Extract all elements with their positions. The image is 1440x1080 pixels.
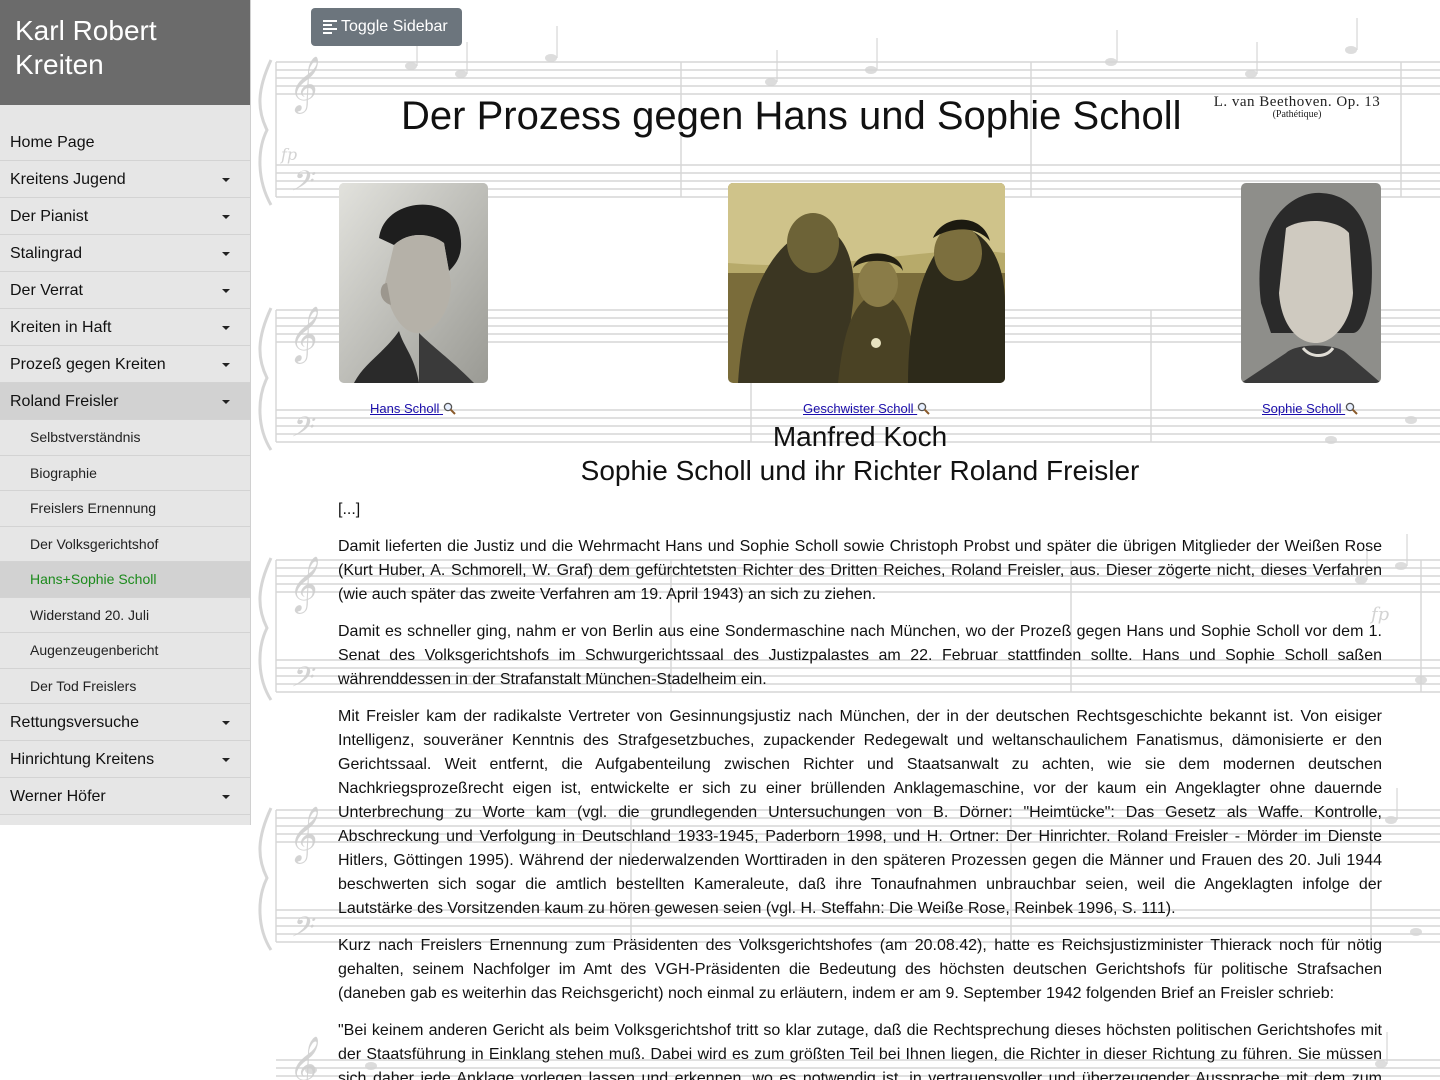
- submenu-item-label: Widerstand 20. Juli: [30, 606, 150, 623]
- submenu-item-freislers-ernennung[interactable]: Freislers Ernennung: [0, 491, 250, 527]
- caret-down-icon: [222, 326, 230, 330]
- caret-down-icon: [222, 252, 230, 256]
- svg-text:𝄞: 𝄞: [287, 556, 318, 614]
- menu-icon: [323, 18, 337, 36]
- sidebar-item-label: Werner Höfer: [10, 788, 106, 805]
- svg-text:fp: fp: [280, 145, 297, 164]
- article-body: [...] Damit lieferten die Justiz und die…: [338, 498, 1382, 1080]
- caption-text: Geschwister Scholl: [803, 401, 914, 416]
- photo-sophie-scholl[interactable]: [1241, 183, 1381, 383]
- page-title: Der Prozess gegen Hans und Sophie Scholl: [401, 94, 1182, 138]
- article-author: Manfred Koch: [772, 421, 948, 452]
- article-paragraph: [...]: [338, 501, 361, 518]
- article-heading: Sophie Scholl und ihr Richter Roland Fre…: [580, 455, 1140, 486]
- sidebar-item-rettungsversuche[interactable]: Rettungsversuche: [0, 704, 250, 741]
- sidebar-item-label: Hinrichtung Kreitens: [10, 751, 155, 768]
- sidebar-item-stalingrad[interactable]: Stalingrad: [0, 235, 250, 272]
- photo-caption-sophie-scholl[interactable]: Sophie Scholl: [1262, 401, 1358, 416]
- svg-text:𝄢: 𝄢: [289, 661, 316, 701]
- sidebar-item-prozess-gegen-kreiten[interactable]: Prozeß gegen Kreiten: [0, 346, 250, 383]
- toggle-sidebar-label: Toggle Sidebar: [341, 18, 448, 35]
- svg-text:𝄞: 𝄞: [287, 806, 318, 864]
- submenu-item-label: Der Tod Freislers: [30, 677, 137, 694]
- caption-text: Hans Scholl: [370, 401, 440, 416]
- sidebar-item-der-verrat[interactable]: Der Verrat: [0, 272, 250, 309]
- portrait-image: [1241, 183, 1381, 383]
- main-content: 𝄞 𝄞 𝄞 𝄞 𝄞 𝄢 𝄢 𝄢 𝄢 fp fp Toggle Sidebar D…: [251, 0, 1440, 1080]
- sidebar-item-label: Kreitens Jugend: [10, 171, 126, 188]
- svg-text:𝄢: 𝄢: [289, 911, 316, 951]
- sidebar-item-der-pianist[interactable]: Der Pianist: [0, 198, 250, 235]
- caret-down-icon: [222, 400, 230, 404]
- photo-hans-scholl[interactable]: [339, 183, 488, 383]
- article-paragraph: Damit es schneller ging, nahm er von Ber…: [338, 623, 1382, 688]
- sidebar: Karl Robert Kreiten Home Page Kreitens J…: [0, 0, 251, 825]
- sidebar-item-label: Roland Freisler: [10, 393, 119, 410]
- submenu-item-der-volksgerichtshof[interactable]: Der Volksgerichtshof: [0, 527, 250, 562]
- submenu-item-biographie[interactable]: Biographie: [0, 456, 250, 491]
- sidebar-item-label: Prozeß gegen Kreiten: [10, 356, 166, 373]
- site-title[interactable]: Karl Robert Kreiten: [0, 0, 250, 105]
- svg-text:𝄢: 𝄢: [289, 411, 316, 451]
- sidebar-item-home-page[interactable]: Home Page: [0, 124, 250, 161]
- submenu-item-label: Selbstverständnis: [30, 429, 141, 445]
- submenu-item-label: Freislers Ernennung: [30, 500, 157, 516]
- svg-text:𝄞: 𝄞: [287, 1036, 318, 1080]
- caret-down-icon: [222, 758, 230, 762]
- photo-geschwister-scholl[interactable]: [728, 183, 1005, 383]
- submenu-item-label: Hans+Sophie Scholl: [30, 571, 157, 587]
- sidebar-item-label: Home Page: [10, 134, 95, 151]
- article-paragraph: Damit lieferten die Justiz und die Wehrm…: [338, 538, 1382, 603]
- photo-caption-geschwister-scholl[interactable]: Geschwister Scholl: [803, 401, 930, 416]
- submenu-item-selbstverstaendnis[interactable]: Selbstverständnis: [0, 420, 250, 456]
- caret-down-icon: [222, 363, 230, 367]
- submenu-item-label: Biographie: [30, 464, 97, 481]
- photo-caption-hans-scholl[interactable]: Hans Scholl: [370, 401, 456, 416]
- portrait-image: [339, 183, 488, 383]
- article-paragraph: "Bei keinem anderen Gericht als beim Vol…: [338, 1022, 1382, 1080]
- sidebar-item-kreiten-in-haft[interactable]: Kreiten in Haft: [0, 309, 250, 346]
- svg-text:𝄢: 𝄢: [289, 165, 316, 205]
- score-credit: L. van Beethoven. Op. 13 (Pathétique): [1207, 94, 1387, 120]
- submenu-item-label: Der Volksgerichtshof: [30, 535, 159, 552]
- group-photo-image: [728, 183, 1005, 383]
- caret-down-icon: [222, 795, 230, 799]
- magnifier-icon: [1345, 402, 1358, 415]
- article-paragraph: Mit Freisler kam der radikalste Vertrete…: [338, 708, 1382, 917]
- caret-down-icon: [222, 215, 230, 219]
- caret-down-icon: [222, 721, 230, 725]
- article-heading-block: Manfred Koch Sophie Scholl und ihr Richt…: [338, 420, 1382, 488]
- svg-text:𝄞: 𝄞: [287, 306, 318, 364]
- submenu-item-der-tod-freislers[interactable]: Der Tod Freislers: [0, 669, 250, 704]
- submenu-item-widerstand-20-juli[interactable]: Widerstand 20. Juli: [0, 598, 250, 633]
- sidebar-menu: Home Page Kreitens Jugend Der Pianist St…: [0, 124, 250, 815]
- caret-down-icon: [222, 289, 230, 293]
- sidebar-item-werner-hoefer[interactable]: Werner Höfer: [0, 778, 250, 815]
- article-paragraph: Kurz nach Freislers Ernennung zum Präsid…: [338, 937, 1382, 1002]
- caret-down-icon: [222, 178, 230, 182]
- sidebar-item-hinrichtung-kreitens[interactable]: Hinrichtung Kreitens: [0, 741, 250, 778]
- toggle-sidebar-button[interactable]: Toggle Sidebar: [311, 8, 462, 46]
- caption-text: Sophie Scholl: [1262, 401, 1342, 416]
- sidebar-item-label: Kreiten in Haft: [10, 319, 112, 336]
- sidebar-item-label: Stalingrad: [10, 245, 83, 262]
- sidebar-item-label: Rettungsversuche: [10, 714, 139, 731]
- sidebar-item-roland-freisler[interactable]: Roland Freisler: [0, 383, 250, 420]
- sidebar-item-kreitens-jugend[interactable]: Kreitens Jugend: [0, 161, 250, 198]
- magnifier-icon: [917, 402, 930, 415]
- svg-text:𝄞: 𝄞: [287, 56, 318, 114]
- submenu-item-augenzeugenbericht[interactable]: Augenzeugenbericht: [0, 633, 250, 669]
- sidebar-item-label: Der Verrat: [10, 282, 83, 299]
- magnifier-icon: [443, 402, 456, 415]
- submenu-item-hans-sophie-scholl[interactable]: Hans+Sophie Scholl: [0, 562, 250, 598]
- sidebar-item-label: Der Pianist: [10, 208, 89, 225]
- submenu-item-label: Augenzeugenbericht: [30, 642, 159, 658]
